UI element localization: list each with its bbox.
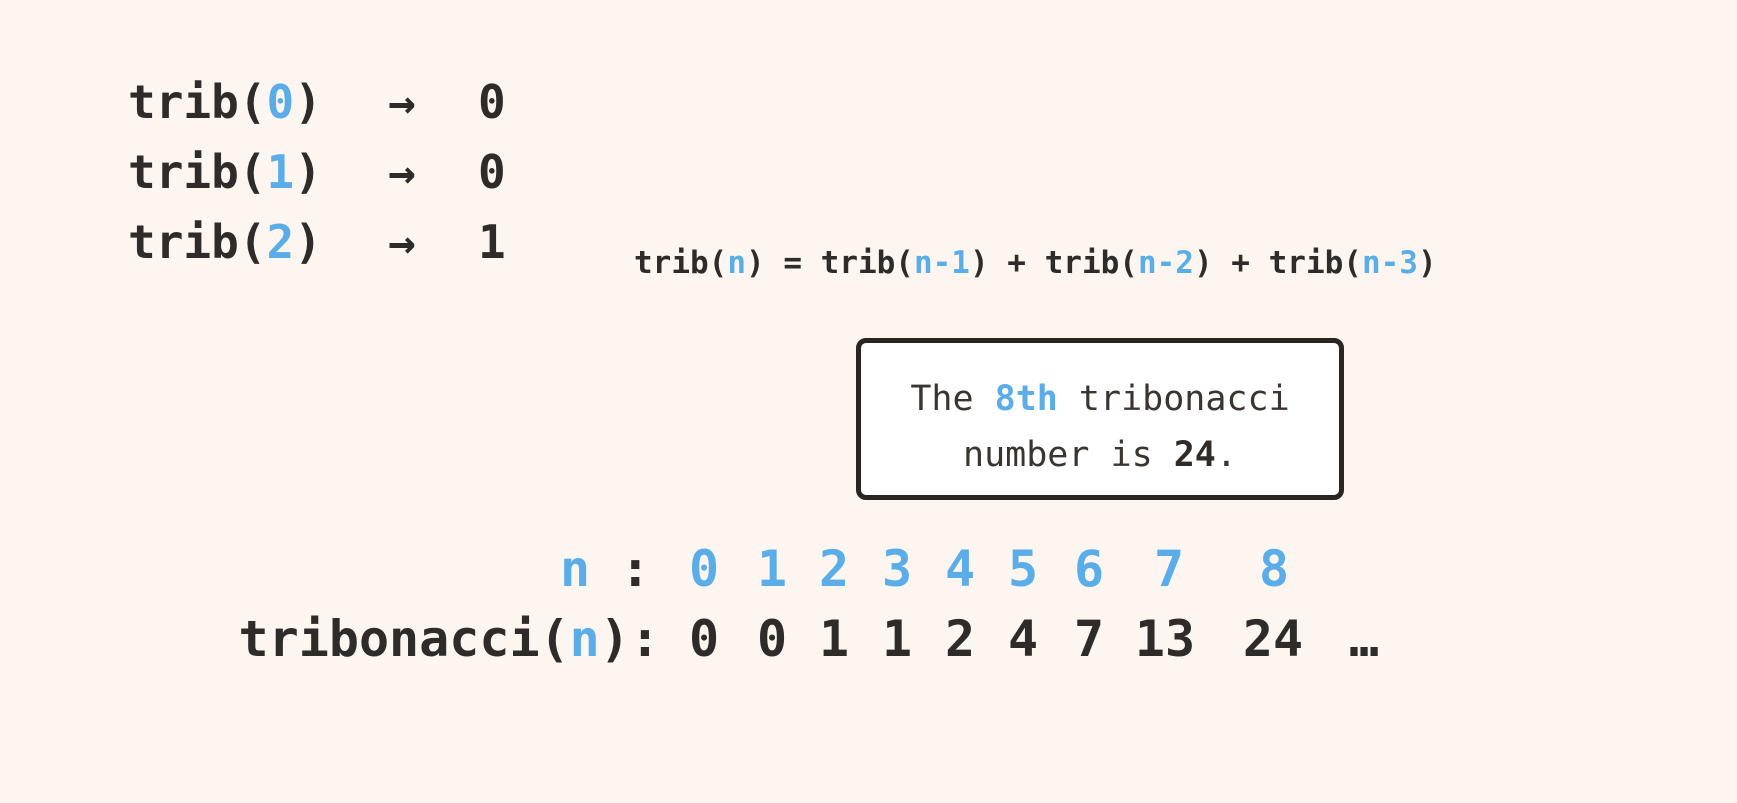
formula-arg-n-minus-2: n-2 bbox=[1137, 245, 1194, 281]
index-row: n : 0 1 2 3 4 5 6 7 8 bbox=[0, 534, 1737, 604]
value-row-label: tribonacci(n): bbox=[238, 610, 660, 668]
callout-value: 24 bbox=[1173, 435, 1216, 475]
base-case-row: trib(2) → 1 bbox=[128, 212, 506, 272]
index-cell: 6 bbox=[1073, 540, 1105, 598]
index-row-label: n : bbox=[560, 540, 651, 598]
base-case-result: 0 bbox=[478, 145, 506, 199]
index-cell: 8 bbox=[1258, 540, 1290, 598]
base-case-arg: 0 bbox=[266, 75, 295, 129]
ellipsis: … bbox=[1348, 610, 1380, 668]
formula-arg-n-minus-1: n-1 bbox=[913, 245, 970, 281]
base-case-result: 1 bbox=[478, 215, 506, 269]
value-cell: 13 bbox=[1134, 610, 1196, 668]
value-cell: 1 bbox=[818, 610, 850, 668]
index-cell: 1 bbox=[756, 540, 788, 598]
base-case-arg: 2 bbox=[266, 215, 295, 269]
base-case-call: trib(0) bbox=[128, 75, 322, 129]
value-cell: 1 bbox=[881, 610, 913, 668]
formula-arg-n-minus-3: n-3 bbox=[1361, 245, 1418, 281]
right-arrow-icon: → bbox=[388, 145, 416, 199]
callout-highlight: 8th bbox=[994, 379, 1058, 419]
formula-arg-n: n bbox=[727, 245, 746, 281]
callout-bubble: The 8th tribonacci number is 24. bbox=[856, 338, 1344, 500]
value-cell: 2 bbox=[944, 610, 976, 668]
index-cell: 3 bbox=[881, 540, 913, 598]
base-case-call: trib(2) bbox=[128, 215, 322, 269]
index-cell: 4 bbox=[944, 540, 976, 598]
right-arrow-icon: → bbox=[388, 215, 416, 269]
value-cell: 7 bbox=[1073, 610, 1105, 668]
index-cell: 2 bbox=[818, 540, 850, 598]
value-cell: 4 bbox=[1007, 610, 1039, 668]
index-cell: 7 bbox=[1153, 540, 1185, 598]
recurrence-formula: trib(n) = trib(n-1) + trib(n-2) + trib(n… bbox=[634, 245, 1437, 281]
base-case-arg: 1 bbox=[266, 145, 295, 199]
value-cell: 24 bbox=[1242, 610, 1304, 668]
callout-text: The 8th tribonacci number is 24. bbox=[910, 379, 1290, 475]
value-cell: 0 bbox=[756, 610, 788, 668]
base-case-result: 0 bbox=[478, 75, 506, 129]
value-cell: 0 bbox=[688, 610, 720, 668]
index-cell: 5 bbox=[1007, 540, 1039, 598]
value-row: tribonacci(n): 0 0 1 1 2 4 7 13 24 … bbox=[0, 604, 1737, 674]
right-arrow-icon: → bbox=[388, 75, 416, 129]
base-case-call: trib(1) bbox=[128, 145, 322, 199]
base-case-row: trib(1) → 0 bbox=[128, 142, 506, 202]
base-case-row: trib(0) → 0 bbox=[128, 72, 506, 132]
index-cell: 0 bbox=[688, 540, 720, 598]
